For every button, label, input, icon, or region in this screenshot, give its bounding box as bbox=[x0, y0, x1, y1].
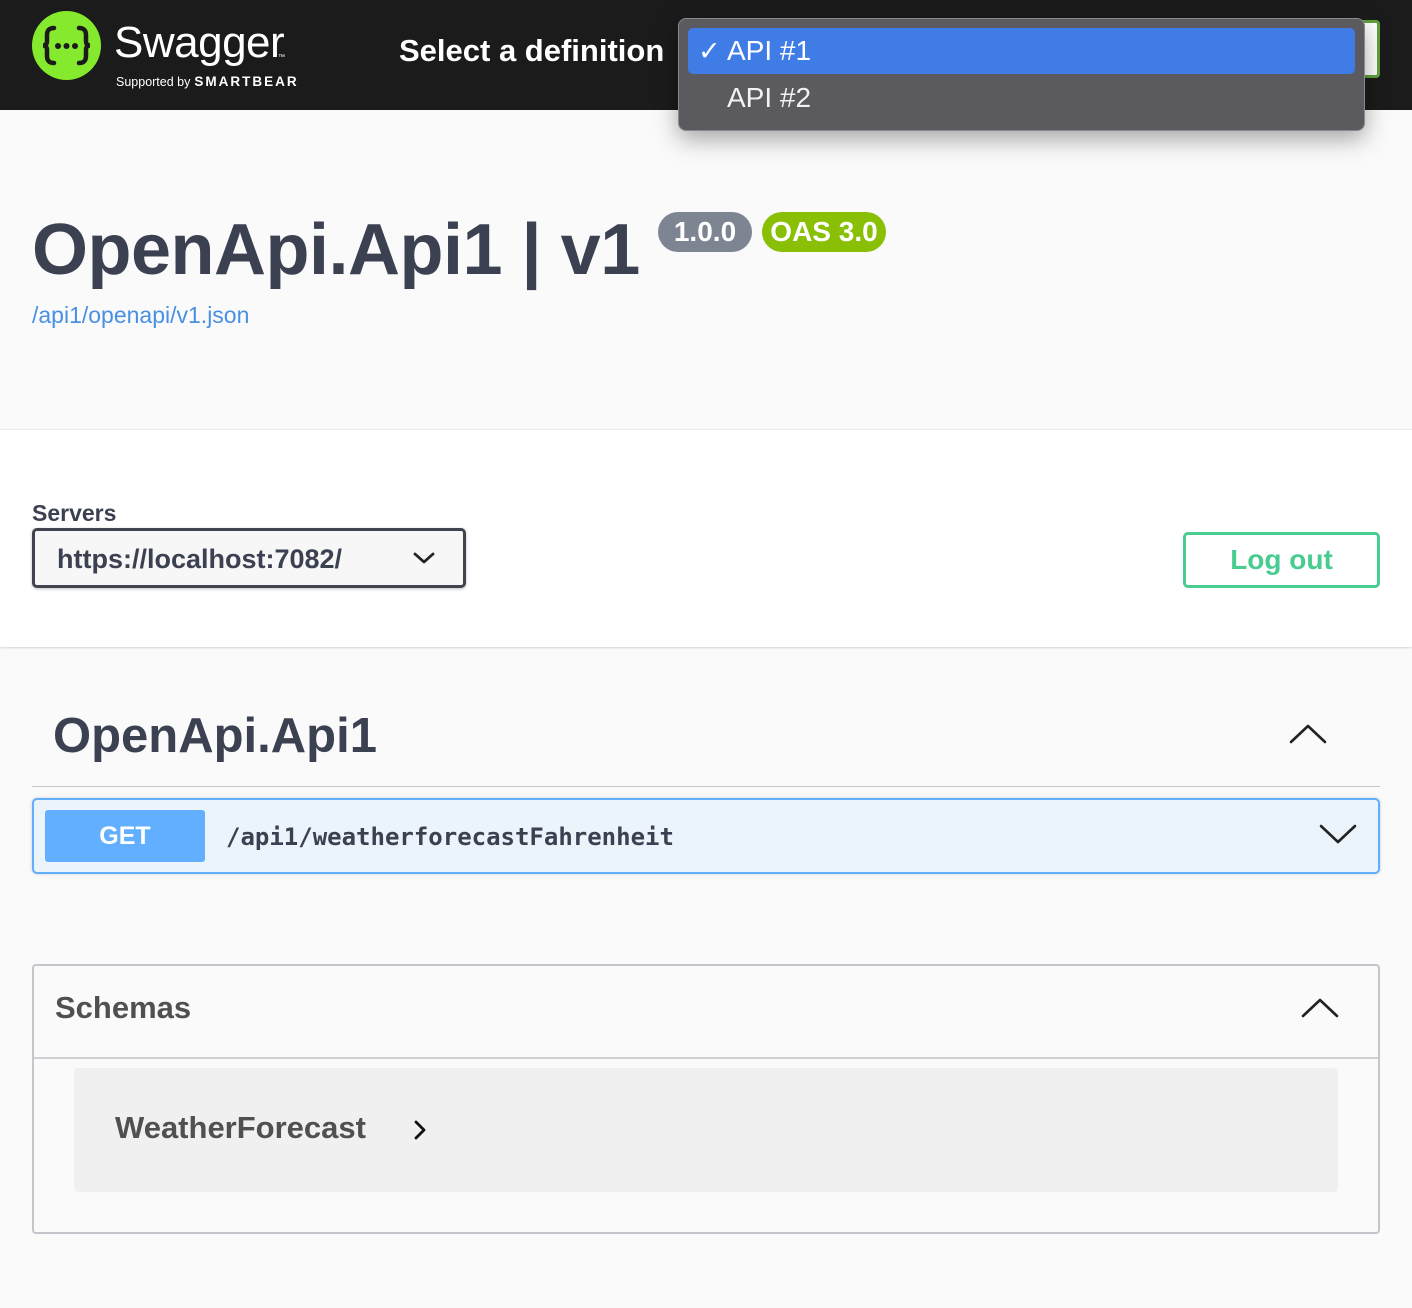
schemas-section: Schemas WeatherForecast bbox=[32, 964, 1380, 1234]
swagger-logo-icon bbox=[32, 11, 101, 80]
logo-wordmark: Swagger bbox=[114, 18, 285, 67]
schemas-divider bbox=[34, 1057, 1378, 1059]
operation-get-weatherforecast[interactable]: GET /api1/weatherforecastFahrenheit bbox=[32, 798, 1380, 874]
chevron-down-icon[interactable] bbox=[1318, 820, 1358, 848]
definition-option-api-1[interactable]: ✓ API #1 bbox=[688, 28, 1355, 74]
operation-path: /api1/weatherforecastFahrenheit bbox=[226, 823, 674, 851]
logout-button[interactable]: Log out bbox=[1183, 532, 1380, 588]
spec-url-link[interactable]: /api1/openapi/v1.json bbox=[32, 300, 249, 330]
http-method-badge: GET bbox=[45, 810, 205, 862]
tag-title[interactable]: OpenApi.Api1 bbox=[53, 706, 377, 766]
logo-trademark: ™ bbox=[278, 54, 285, 61]
oas-badge: OAS 3.0 bbox=[762, 212, 886, 252]
model-name: WeatherForecast bbox=[115, 1110, 366, 1145]
scheme-container: Servers https://localhost:7082/ Log out bbox=[0, 429, 1412, 647]
chevron-up-icon[interactable] bbox=[1288, 720, 1328, 748]
definition-option-label: API #1 bbox=[727, 35, 812, 66]
checkmark-icon: ✓ bbox=[698, 36, 721, 66]
definition-dropdown-menu: ✓ API #1 API #2 bbox=[678, 18, 1365, 131]
server-selected-value: https://localhost:7082/ bbox=[57, 544, 343, 574]
model-weatherforecast[interactable]: WeatherForecast bbox=[74, 1068, 1338, 1192]
tag-divider bbox=[32, 786, 1380, 787]
logo-sub-prefix: Supported by bbox=[116, 75, 191, 89]
api-title: OpenApi.Api1 | v1 bbox=[32, 210, 640, 290]
chevron-up-icon[interactable] bbox=[1300, 994, 1340, 1022]
logo-sub-brand: SMARTBEAR bbox=[194, 74, 299, 89]
chevron-down-icon bbox=[413, 552, 435, 564]
servers-label: Servers bbox=[32, 500, 117, 526]
schemas-title[interactable]: Schemas bbox=[55, 988, 191, 1028]
definition-option-api-2[interactable]: API #2 bbox=[688, 75, 1355, 121]
version-badge: 1.0.0 bbox=[658, 212, 752, 252]
definition-label: Select a definition bbox=[399, 33, 665, 68]
chevron-right-icon[interactable] bbox=[410, 1118, 430, 1142]
servers-select[interactable]: https://localhost:7082/ bbox=[32, 528, 466, 588]
definition-option-label: API #2 bbox=[727, 82, 812, 113]
logo-supported-by: Supported by SMARTBEAR bbox=[116, 74, 299, 90]
